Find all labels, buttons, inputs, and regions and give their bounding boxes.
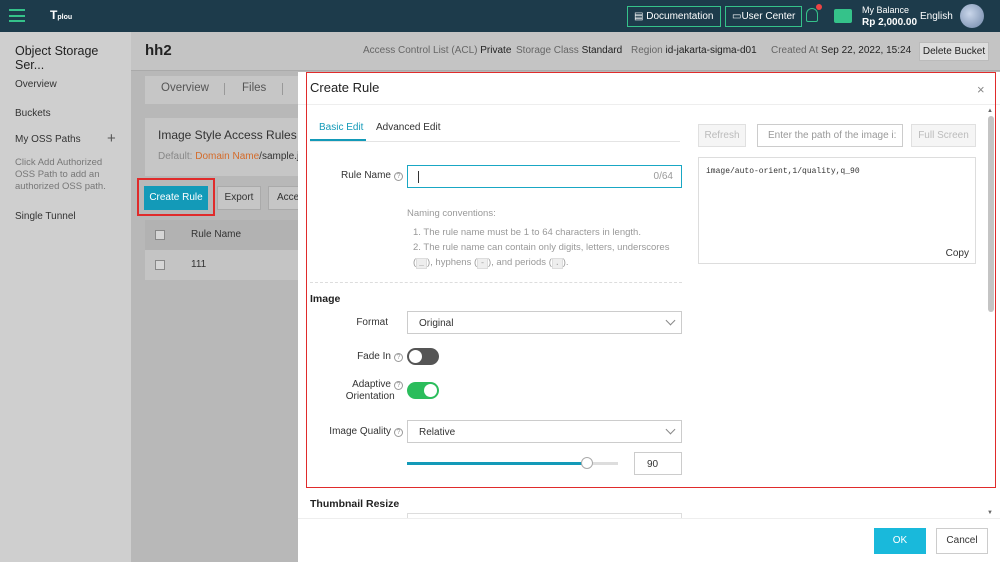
chevron-down-icon bbox=[665, 315, 676, 326]
rule-preview-box: image/auto-orient,1/quality,q_90 Copy bbox=[698, 157, 976, 264]
dialog-scrollbar[interactable]: ▲ ▼ bbox=[986, 108, 996, 521]
divider bbox=[298, 104, 1000, 105]
help-icon[interactable]: ? bbox=[394, 381, 403, 390]
quality-slider-handle[interactable] bbox=[580, 457, 593, 469]
sidebar-title: Object Storage Ser... bbox=[15, 44, 99, 72]
select-all-checkbox[interactable] bbox=[155, 230, 165, 240]
created-at-info: Created At Sep 22, 2022, 15:24 bbox=[771, 45, 912, 56]
image-quality-select[interactable]: Relative bbox=[407, 420, 682, 443]
avatar[interactable] bbox=[960, 4, 984, 28]
row-checkbox[interactable] bbox=[155, 260, 165, 270]
help-icon[interactable]: ? bbox=[394, 172, 403, 181]
full-screen-button[interactable]: Full Screen bbox=[911, 124, 976, 147]
scroll-down-icon[interactable]: ▼ bbox=[987, 510, 993, 516]
cancel-button[interactable]: Cancel bbox=[936, 528, 988, 554]
documentation-button[interactable]: ▤ Documentation bbox=[627, 6, 721, 27]
adaptive-orientation-toggle[interactable] bbox=[407, 382, 439, 399]
tab-advanced-edit[interactable]: Advanced Edit bbox=[376, 122, 441, 133]
sidebar: Object Storage Ser... Overview Buckets M… bbox=[0, 32, 131, 562]
notification-dot bbox=[816, 4, 822, 10]
table-row: 111 bbox=[145, 250, 305, 280]
help-icon[interactable]: ? bbox=[394, 428, 403, 437]
document-icon: ▤ bbox=[634, 11, 647, 22]
sidebar-item-my-oss-paths[interactable]: My OSS Paths bbox=[15, 134, 81, 145]
rule-preview-code: image/auto-orient,1/quality,q_90 bbox=[706, 167, 860, 176]
ok-button[interactable]: OK bbox=[874, 528, 926, 554]
domain-name-link[interactable]: Domain Name bbox=[195, 151, 259, 162]
rule-name-input[interactable]: 0/64 bbox=[407, 165, 682, 188]
naming-rule-2-cont: (_), hyphens (-), and periods (.). bbox=[413, 257, 569, 269]
refresh-button[interactable]: Refresh bbox=[698, 124, 746, 147]
quality-slider-fill bbox=[407, 462, 587, 465]
image-quality-mode: Relative bbox=[419, 427, 456, 438]
rules-card-title: Image Style Access Rules bbox=[158, 128, 297, 142]
sidebar-item-overview[interactable]: Overview bbox=[15, 79, 57, 90]
tab-basic-edit[interactable]: Basic Edit bbox=[319, 122, 363, 133]
section-divider bbox=[310, 282, 682, 283]
toggle-knob bbox=[409, 350, 422, 363]
close-icon[interactable]: × bbox=[977, 82, 985, 97]
create-rule-dialog: Create Rule × Basic Edit Advanced Edit R… bbox=[298, 72, 1000, 562]
tab-baseline bbox=[310, 141, 680, 142]
tab-overview[interactable]: Overview bbox=[161, 82, 209, 94]
wallet-icon[interactable] bbox=[834, 9, 852, 23]
char-counter: 0/64 bbox=[653, 171, 673, 182]
rules-card: Image Style Access Rules Default: Domain… bbox=[145, 118, 305, 176]
naming-title: Naming conventions: bbox=[407, 208, 496, 219]
rule-name-cell: 111 bbox=[191, 259, 207, 270]
dialog-title: Create Rule bbox=[310, 80, 380, 95]
menu-icon[interactable] bbox=[9, 9, 25, 22]
fade-in-label: Fade In? bbox=[310, 351, 403, 362]
rule-name-label: Rule Name? bbox=[310, 170, 403, 181]
acl-info: Access Control List (ACL) Private bbox=[363, 45, 512, 56]
sidebar-note: Click Add Authorized OSS Path to add an … bbox=[15, 157, 106, 192]
sidebar-item-single-tunnel[interactable]: Single Tunnel bbox=[15, 211, 76, 222]
column-rule-name: Rule Name bbox=[191, 229, 242, 240]
balance-label: My Balance bbox=[862, 5, 910, 15]
image-section-title: Image bbox=[310, 293, 341, 305]
naming-rule-2: 2. The rule name can contain only digits… bbox=[413, 242, 670, 253]
naming-rule-1: 1. The rule name must be 1 to 64 charact… bbox=[413, 227, 641, 238]
adaptive-orientation-label: Adaptive? Orientation bbox=[310, 379, 403, 403]
tab-divider bbox=[224, 83, 225, 95]
active-tab-indicator bbox=[310, 139, 366, 141]
user-center-button[interactable]: ▭User Center bbox=[725, 6, 803, 27]
fade-in-toggle[interactable] bbox=[407, 348, 439, 365]
help-icon[interactable]: ? bbox=[394, 353, 403, 362]
tab-files[interactable]: Files bbox=[242, 82, 266, 94]
export-button[interactable]: Export bbox=[217, 186, 261, 210]
format-label: Format bbox=[356, 317, 388, 328]
balance-value: Rp 2,000.00 bbox=[862, 17, 918, 28]
page-tabs: Overview Files bbox=[145, 76, 305, 104]
language-selector[interactable]: English bbox=[920, 11, 953, 22]
dialog-footer: OK Cancel bbox=[298, 518, 1000, 562]
sidebar-item-buckets[interactable]: Buckets bbox=[15, 108, 51, 119]
bucket-name: hh2 bbox=[145, 42, 172, 59]
format-value: Original bbox=[419, 318, 454, 329]
thumbnail-section-title: Thumbnail Resize bbox=[310, 498, 400, 510]
scroll-up-icon[interactable]: ▲ bbox=[987, 108, 993, 114]
logo[interactable]: Tplou bbox=[50, 8, 72, 22]
image-path-input[interactable]: Enter the path of the image i: bbox=[757, 124, 903, 147]
copy-button[interactable]: Copy bbox=[946, 248, 969, 259]
tab-divider bbox=[282, 83, 283, 95]
rules-card-default: Default: Domain Name/sample.jp bbox=[158, 151, 305, 162]
scrollbar-thumb[interactable] bbox=[988, 116, 994, 312]
chevron-down-icon bbox=[665, 424, 676, 435]
bell-icon[interactable] bbox=[806, 8, 818, 22]
table-header: Rule Name bbox=[145, 220, 305, 250]
toggle-knob bbox=[424, 384, 437, 397]
region-info: Region id-jakarta-sigma-d01 bbox=[631, 45, 757, 56]
top-bar: Tplou ▤ Documentation ▭User Center My Ba… bbox=[0, 0, 1000, 32]
create-rule-button[interactable]: Create Rule bbox=[144, 186, 208, 210]
storage-class-info: Storage Class Standard bbox=[516, 45, 623, 56]
delete-bucket-button[interactable]: Delete Bucket bbox=[919, 42, 989, 61]
quality-slider[interactable] bbox=[407, 457, 618, 469]
image-quality-label: Image Quality? bbox=[310, 426, 403, 437]
bucket-header: hh2 Access Control List (ACL) Private St… bbox=[131, 32, 1000, 71]
format-select[interactable]: Original bbox=[407, 311, 682, 334]
quality-number-input[interactable]: 90 bbox=[634, 452, 682, 475]
plus-icon[interactable]: + bbox=[107, 130, 116, 147]
text-cursor bbox=[418, 171, 419, 183]
